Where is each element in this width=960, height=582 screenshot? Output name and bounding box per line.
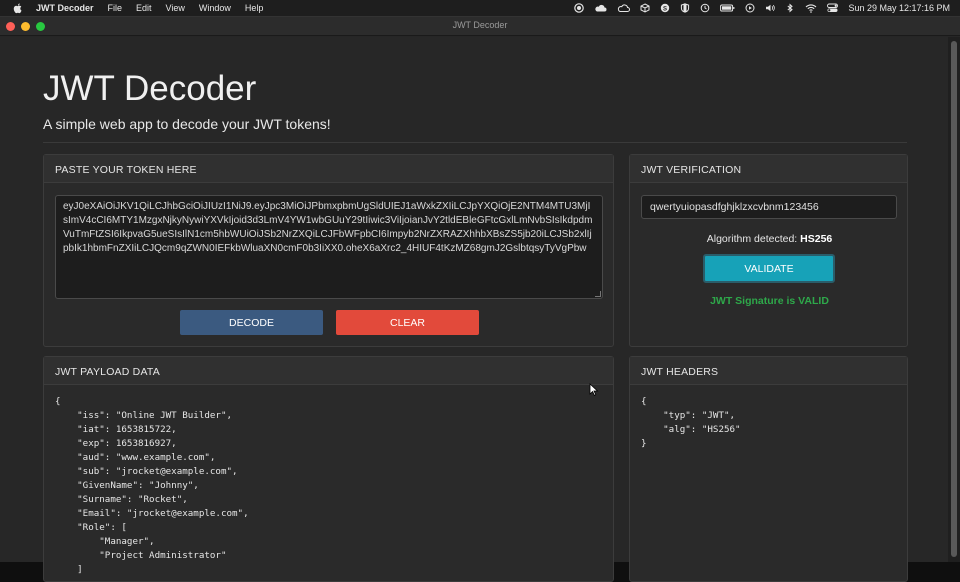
- menu-bar: JWT Decoder File Edit View Window Help S…: [0, 0, 960, 16]
- window-title: JWT Decoder: [452, 20, 508, 30]
- clear-button[interactable]: CLEAR: [336, 310, 479, 335]
- scrollbar-thumb[interactable]: [951, 41, 957, 557]
- page-subtitle: A simple web app to decode your JWT toke…: [43, 116, 331, 132]
- menu-view[interactable]: View: [166, 3, 185, 13]
- verification-panel: JWT VERIFICATION qwertyuiopasdfghjklzxcv…: [629, 154, 908, 347]
- wifi-icon[interactable]: [805, 3, 817, 13]
- resize-handle[interactable]: [595, 291, 601, 297]
- payload-panel-heading: JWT PAYLOAD DATA: [44, 357, 613, 385]
- volume-icon[interactable]: [765, 3, 776, 13]
- payload-json: { "iss": "Online JWT Builder", "iat": 16…: [55, 396, 249, 575]
- page-content: JWT Decoder A simple web app to decode y…: [0, 37, 948, 582]
- shield-icon[interactable]: [680, 3, 690, 13]
- menu-clock[interactable]: Sun 29 May 12:17:16 PM: [848, 3, 950, 13]
- headers-panel-heading: JWT HEADERS: [630, 357, 907, 385]
- headers-json: { "typ": "JWT", "alg": "HS256" }: [641, 396, 741, 449]
- token-panel-heading: PASTE YOUR TOKEN HERE: [44, 155, 613, 183]
- algorithm-value: HS256: [800, 233, 833, 245]
- control-center-icon[interactable]: [827, 3, 839, 13]
- battery-icon[interactable]: [720, 3, 735, 13]
- cloud-icon[interactable]: [594, 3, 607, 13]
- apple-icon[interactable]: [12, 2, 24, 14]
- play-icon[interactable]: [745, 3, 755, 13]
- verification-panel-heading: JWT VERIFICATION: [630, 155, 907, 183]
- title-bar[interactable]: JWT Decoder: [0, 17, 960, 36]
- time-machine-icon[interactable]: [700, 3, 710, 13]
- algorithm-detected: Algorithm detected: HS256: [630, 233, 909, 245]
- svg-text:S: S: [663, 6, 667, 12]
- menu-edit[interactable]: Edit: [136, 3, 152, 13]
- bluetooth-icon[interactable]: [785, 3, 795, 13]
- page-title: JWT Decoder: [43, 69, 257, 108]
- algorithm-label: Algorithm detected:: [706, 233, 801, 245]
- token-panel: PASTE YOUR TOKEN HERE eyJ0eXAiOiJKV1QiLC…: [43, 154, 614, 347]
- secret-input[interactable]: qwertyuiopasdfghjklzxcvbnm123456: [641, 195, 897, 219]
- skype-icon[interactable]: S: [660, 3, 670, 13]
- mouse-cursor-icon: [589, 383, 599, 396]
- signature-status: JWT Signature is VALID: [710, 295, 829, 307]
- payload-panel: JWT PAYLOAD DATA { "iss": "Online JWT Bu…: [43, 356, 614, 582]
- record-icon[interactable]: [574, 3, 585, 13]
- menu-window[interactable]: Window: [199, 3, 231, 13]
- token-text: eyJ0eXAiOiJKV1QiLCJhbGciOiJIUzI1NiJ9.eyJ…: [63, 201, 593, 254]
- menu-app-name[interactable]: JWT Decoder: [36, 3, 94, 13]
- headers-panel: JWT HEADERS { "typ": "JWT", "alg": "HS25…: [629, 356, 908, 582]
- token-textarea[interactable]: eyJ0eXAiOiJKV1QiLCJhbGciOiJIUzI1NiJ9.eyJ…: [55, 195, 603, 299]
- box-icon[interactable]: [640, 3, 650, 13]
- cloud-icon[interactable]: [617, 3, 631, 13]
- menu-file[interactable]: File: [108, 3, 123, 13]
- header-divider: [43, 142, 907, 143]
- decode-button[interactable]: DECODE: [180, 310, 323, 335]
- window-scrollbar[interactable]: [948, 37, 960, 562]
- validate-button[interactable]: VALIDATE: [703, 254, 835, 283]
- menu-help[interactable]: Help: [245, 3, 264, 13]
- app-window: JWT Decoder JWT Decoder A simple web app…: [0, 16, 960, 582]
